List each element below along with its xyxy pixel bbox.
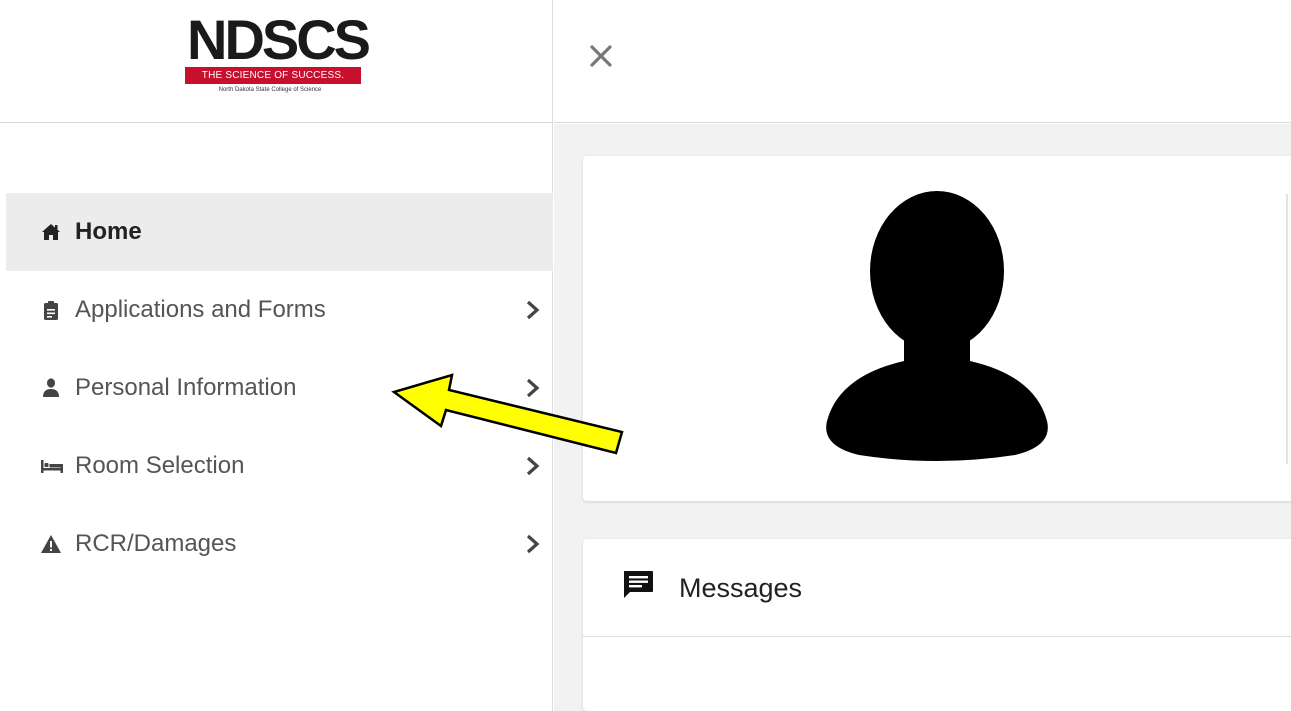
sidebar-item-home[interactable]: Home (6, 193, 553, 271)
sidebar-item-rcr-damages[interactable]: RCR/Damages (6, 505, 553, 583)
chevron-right-icon (525, 299, 541, 321)
sidebar-item-label: RCR/Damages (75, 530, 237, 557)
sidebar-item-applications-and-forms[interactable]: Applications and Forms (6, 271, 553, 349)
messages-card: Messages (583, 539, 1291, 711)
sidebar: NDSCS THE SCIENCE OF SUCCESS. North Dako… (0, 0, 553, 711)
chevron-right-icon (525, 533, 541, 555)
message-icon (621, 568, 655, 602)
main-content: Messages (554, 124, 1291, 711)
ndscs-logo[interactable]: NDSCS THE SCIENCE OF SUCCESS. North Dako… (177, 8, 371, 98)
clipboard-icon (40, 299, 62, 321)
user-icon (40, 377, 62, 399)
annotation-arrow-icon (391, 373, 624, 455)
card-divider (1286, 194, 1288, 464)
close-icon[interactable] (587, 42, 615, 70)
sidebar-item-label: Personal Information (75, 374, 297, 401)
home-icon (40, 221, 62, 243)
messages-header: Messages (583, 539, 1291, 637)
top-bar (554, 0, 1291, 123)
profile-card (583, 156, 1291, 501)
sidebar-item-label: Applications and Forms (75, 296, 326, 323)
bed-icon (40, 455, 63, 477)
logo-tagline: THE SCIENCE OF SUCCESS. (185, 67, 361, 84)
avatar-silhouette-icon[interactable] (819, 191, 1055, 461)
logo-wordmark: NDSCS (187, 8, 371, 71)
sidebar-item-label: Room Selection (75, 452, 245, 479)
sidebar-item-label: Home (75, 218, 142, 245)
warning-icon (40, 533, 62, 555)
messages-title: Messages (679, 573, 803, 603)
logo-subtitle: North Dakota State College of Science (218, 87, 322, 93)
logo-area: NDSCS THE SCIENCE OF SUCCESS. North Dako… (0, 0, 553, 123)
